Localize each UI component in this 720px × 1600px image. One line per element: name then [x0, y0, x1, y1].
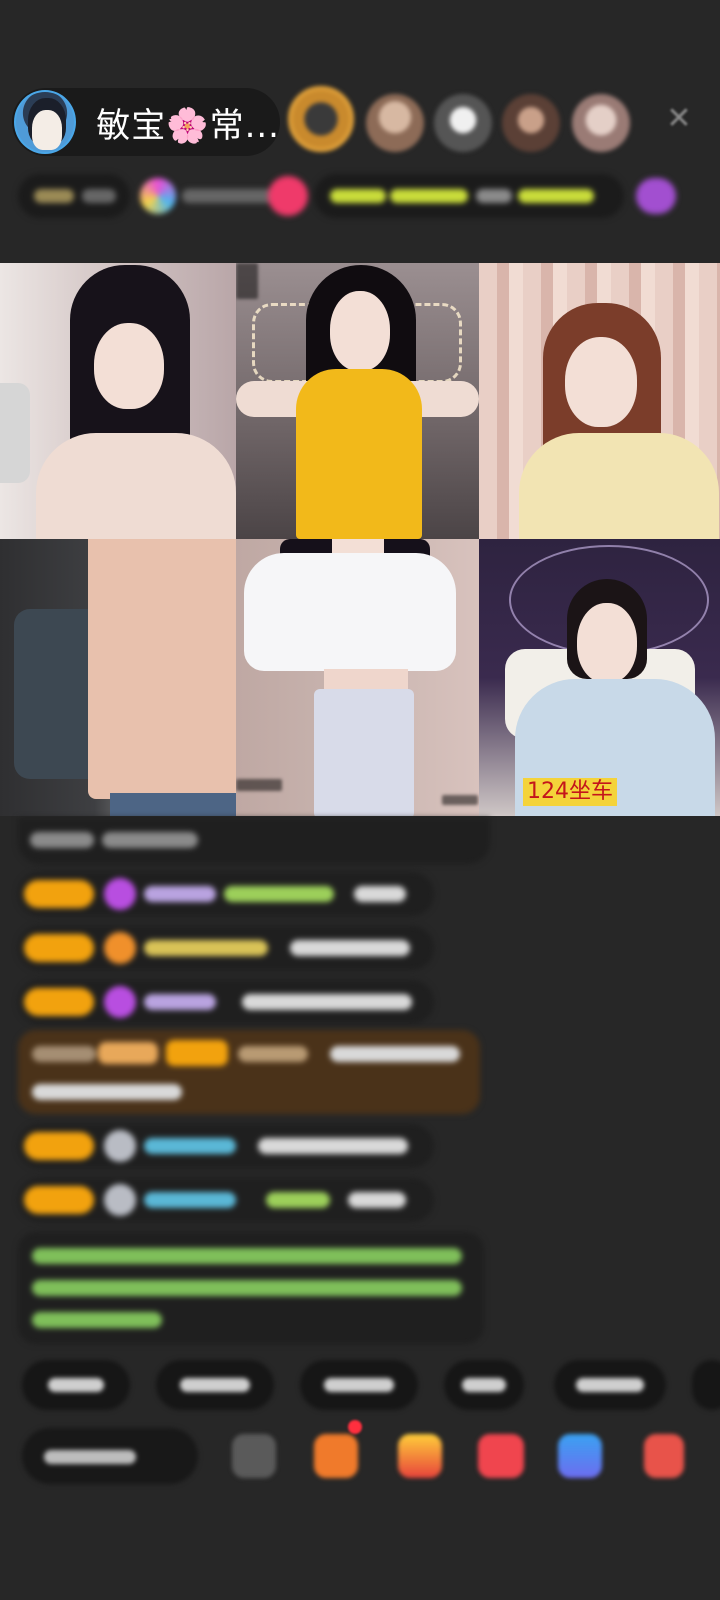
heart-icon[interactable]	[478, 1434, 524, 1478]
face	[565, 337, 637, 427]
highlighted-chat-message[interactable]	[18, 1030, 480, 1114]
multi-guest-video-grid: 124坐车	[0, 263, 720, 816]
chat-message[interactable]	[18, 818, 490, 864]
quick-reply-button[interactable]	[554, 1360, 666, 1410]
quick-reply-button[interactable]	[156, 1360, 274, 1410]
light-jeans	[314, 689, 414, 816]
tile-label: 124坐车	[523, 778, 617, 806]
quick-reply-button[interactable]	[22, 1360, 130, 1410]
video-tile[interactable]	[479, 263, 720, 539]
jeans	[110, 793, 236, 816]
more-grid-icon[interactable]	[644, 1434, 684, 1478]
viewer-avatar[interactable]	[434, 94, 492, 152]
viewer-avatar[interactable]	[572, 94, 630, 152]
chat-message[interactable]	[18, 1178, 434, 1222]
video-tile[interactable]	[0, 263, 236, 539]
host-avatar[interactable]	[14, 90, 77, 154]
white-top	[244, 553, 456, 671]
video-tile[interactable]	[236, 539, 479, 816]
quick-reply-button[interactable]	[300, 1360, 418, 1410]
close-icon[interactable]: ✕	[664, 104, 694, 134]
video-tile[interactable]: 124坐车	[479, 539, 720, 816]
face	[330, 291, 390, 371]
face	[94, 323, 164, 409]
message-icon[interactable]	[558, 1434, 602, 1478]
chat-input[interactable]	[22, 1428, 198, 1484]
body	[36, 433, 236, 539]
yellow-top	[296, 369, 422, 539]
pink-sweater	[88, 539, 236, 799]
emoji-icon[interactable]	[232, 1434, 276, 1478]
chat-message[interactable]	[18, 980, 434, 1024]
quick-reply-button[interactable]	[692, 1360, 720, 1410]
chat-message[interactable]	[18, 926, 434, 970]
host-info-pill[interactable]: 敏宝🌸常...	[12, 88, 280, 156]
chair-shape	[0, 383, 30, 483]
system-notice-message	[18, 1232, 484, 1344]
notification-dot	[348, 1420, 362, 1434]
face	[577, 603, 637, 683]
tile-corner-tag	[442, 795, 478, 805]
body	[519, 433, 719, 539]
video-tile[interactable]	[236, 263, 479, 539]
tile-corner-tag	[236, 779, 282, 791]
gift-icon[interactable]	[398, 1434, 442, 1478]
chat-message[interactable]	[18, 1124, 434, 1168]
chat-message[interactable]	[18, 872, 434, 916]
viewer-avatar[interactable]	[366, 94, 424, 152]
video-tile[interactable]	[0, 539, 236, 816]
gift-box-icon[interactable]	[314, 1434, 358, 1478]
tile-corner-tag	[236, 263, 258, 299]
room-info-row[interactable]	[18, 174, 702, 218]
viewer-avatar[interactable]	[288, 86, 354, 152]
quick-reply-button[interactable]	[444, 1360, 524, 1410]
viewer-avatar[interactable]	[502, 94, 560, 152]
host-name: 敏宝🌸常...	[96, 105, 280, 146]
waist	[324, 669, 408, 691]
